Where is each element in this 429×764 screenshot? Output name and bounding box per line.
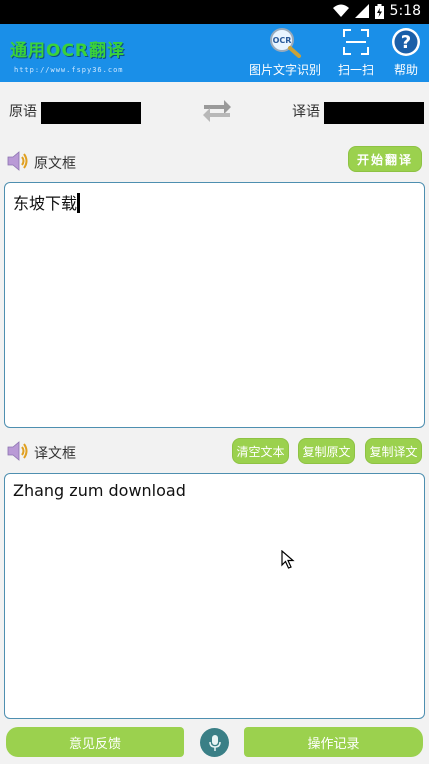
- mouse-pointer-icon: [281, 550, 295, 569]
- app-title: 通用OCR翻译: [10, 41, 126, 61]
- status-bar: 5:18: [0, 0, 429, 24]
- translation-text: Zhang zum download: [13, 481, 186, 500]
- target-section-header: 译文框 清空文本 复制原文 复制译文: [0, 434, 429, 468]
- copy-translation-button[interactable]: 复制译文: [365, 438, 422, 464]
- help-icon: ?: [392, 28, 420, 56]
- app-bar: 通用OCR翻译 http://www.fspy36.com OCR 图片文字识别…: [0, 24, 429, 82]
- ocr-button[interactable]: OCR 图片文字识别: [246, 24, 324, 82]
- source-language-selector[interactable]: [41, 102, 141, 124]
- history-button[interactable]: 操作记录: [244, 727, 423, 757]
- copy-source-button[interactable]: 复制原文: [298, 438, 355, 464]
- app-url: http://www.fspy36.com: [14, 66, 124, 74]
- feedback-button[interactable]: 意见反馈: [6, 727, 184, 757]
- wifi-icon: [332, 4, 349, 17]
- clear-text-button[interactable]: 清空文本: [232, 438, 289, 464]
- text-caret: [77, 193, 81, 213]
- source-text-input[interactable]: 东坡下载: [4, 182, 425, 428]
- clock: 5:18: [389, 3, 421, 19]
- start-translate-button[interactable]: 开始翻译: [348, 146, 422, 172]
- target-language-selector[interactable]: [324, 102, 424, 124]
- help-button-label: 帮助: [393, 63, 418, 77]
- microphone-icon: [208, 734, 221, 751]
- scan-button[interactable]: 扫一扫: [334, 24, 378, 82]
- source-language-label: 原语: [9, 104, 37, 120]
- svg-text:OCR: OCR: [273, 36, 292, 45]
- voice-input-button[interactable]: [200, 728, 229, 757]
- swap-arrows-icon[interactable]: [200, 96, 234, 124]
- scan-frame-icon: [343, 29, 369, 55]
- signal-icon: [354, 4, 369, 18]
- ocr-magnifier-icon: OCR: [270, 28, 301, 58]
- translation-text-output[interactable]: Zhang zum download: [4, 473, 425, 719]
- speaker-icon[interactable]: [6, 150, 30, 172]
- target-section-title: 译文框: [34, 446, 76, 462]
- help-button[interactable]: ? 帮助: [388, 24, 424, 82]
- source-text: 东坡下载: [13, 194, 78, 213]
- ocr-button-label: 图片文字识别: [248, 63, 321, 77]
- source-section-header: 原文框 开始翻译: [0, 144, 429, 178]
- svg-text:?: ?: [401, 32, 411, 53]
- language-row: 原语 译语: [0, 82, 429, 140]
- scan-button-label: 扫一扫: [337, 63, 374, 77]
- battery-icon: [374, 3, 384, 19]
- source-section-title: 原文框: [34, 156, 76, 172]
- speaker-icon[interactable]: [6, 440, 30, 462]
- target-language-label: 译语: [292, 104, 320, 120]
- bottom-bar: 意见反馈 操作记录: [0, 726, 429, 764]
